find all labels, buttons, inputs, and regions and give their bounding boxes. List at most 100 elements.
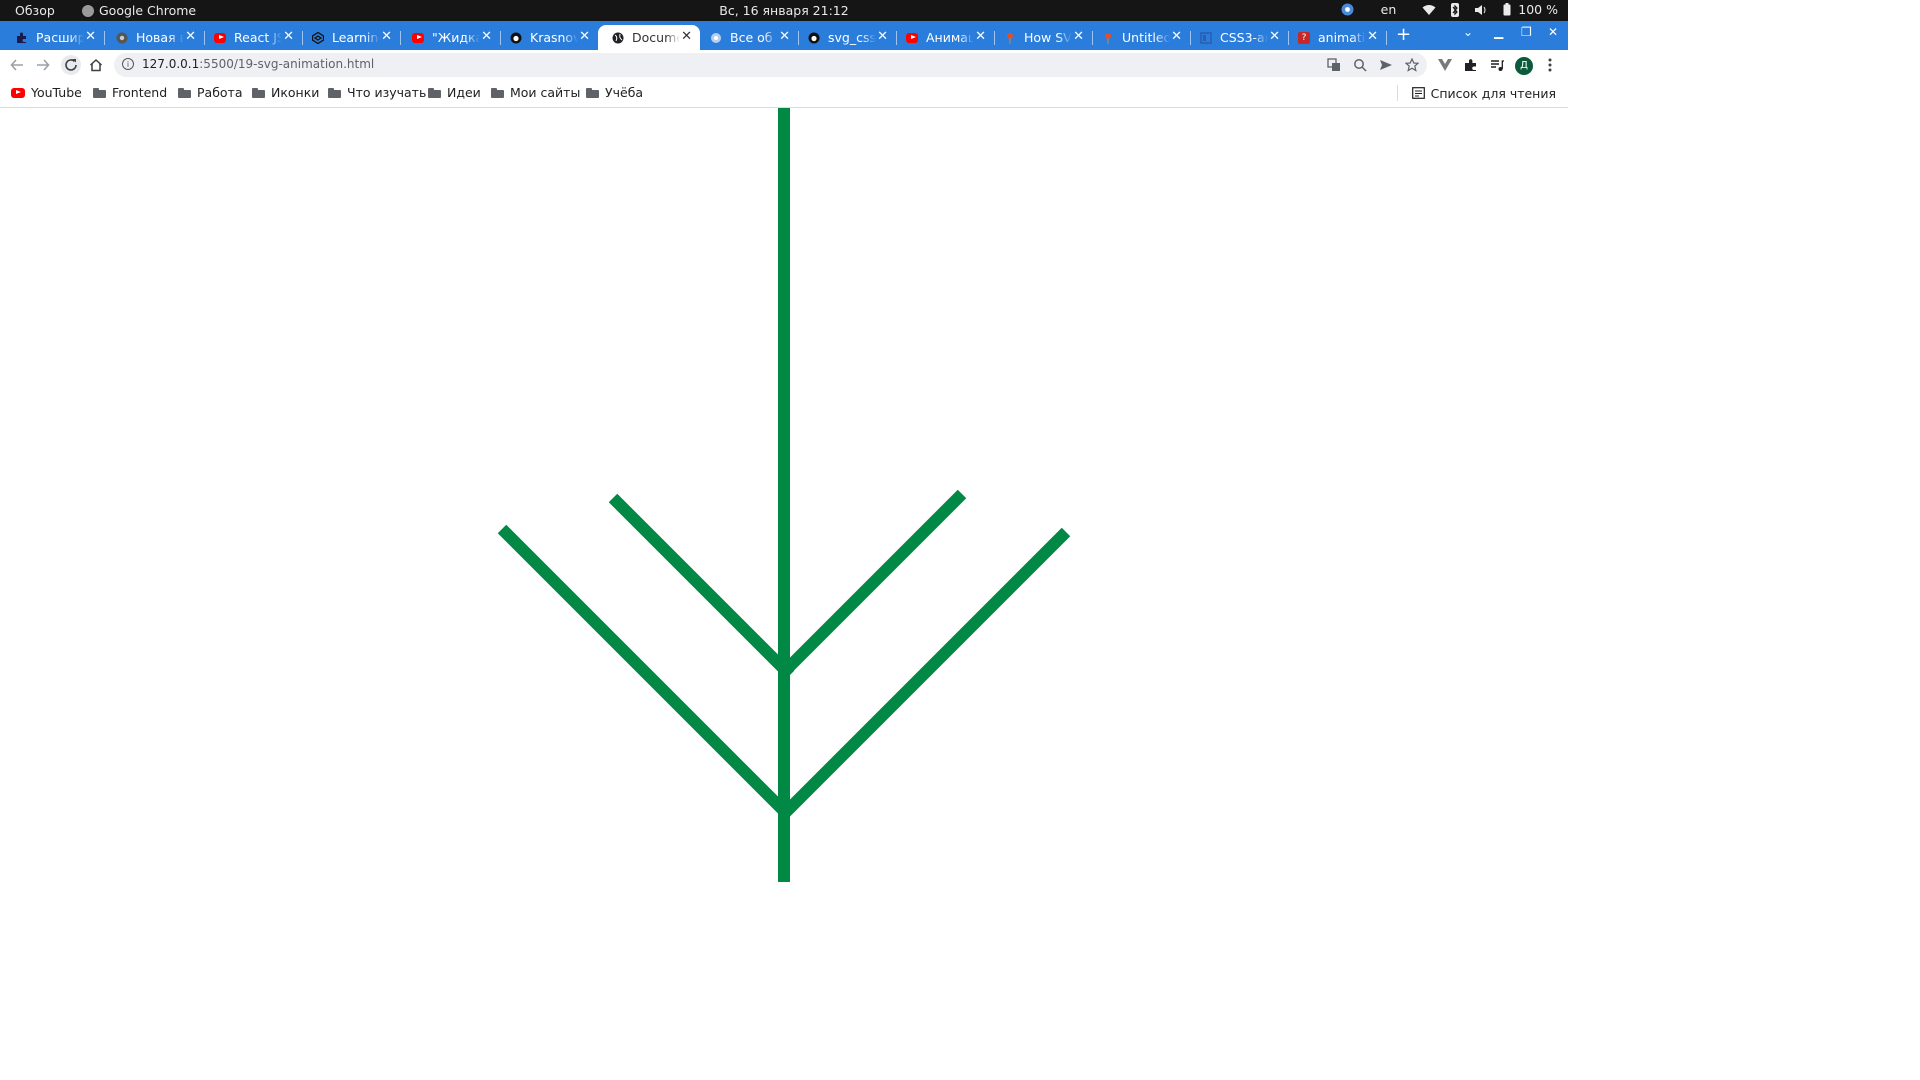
folder-icon xyxy=(252,87,265,98)
forward-button[interactable] xyxy=(34,56,52,74)
wifi-icon xyxy=(1422,3,1436,17)
folder-icon xyxy=(93,87,106,98)
close-tab-icon[interactable]: ✕ xyxy=(975,30,986,44)
system-tray[interactable]: en 100 % xyxy=(1341,2,1558,17)
tab-new-tab[interactable]: Новая вкладка ✕ xyxy=(102,25,205,50)
bookmark-folder-rabota[interactable]: Работа xyxy=(178,85,243,100)
battery-percent: 100 % xyxy=(1518,2,1558,17)
bookmark-star-icon[interactable] xyxy=(1403,56,1421,74)
clock[interactable]: Вс, 16 января 21:12 xyxy=(0,3,1568,18)
pin-icon xyxy=(1004,32,1016,44)
plant-drawing xyxy=(497,108,1071,882)
right-outer-branch xyxy=(779,527,1071,819)
menu-icon[interactable] xyxy=(1541,56,1559,74)
language-indicator[interactable]: en xyxy=(1381,2,1397,17)
back-button[interactable] xyxy=(8,56,26,74)
tab-untitled[interactable]: Untitled ✕ xyxy=(1088,25,1191,50)
close-tab-icon[interactable]: ✕ xyxy=(681,30,692,44)
folder-icon xyxy=(586,87,599,98)
puzzle-icon xyxy=(16,32,28,44)
reload-button[interactable] xyxy=(61,55,81,75)
app-menu[interactable]: Google Chrome xyxy=(82,3,196,18)
media-controls-icon[interactable] xyxy=(1488,56,1506,74)
url-text[interactable]: 127.0.0.1:5500/19-svg-animation.html xyxy=(142,57,374,71)
pin-icon xyxy=(1102,32,1114,44)
close-tab-icon[interactable]: ✕ xyxy=(1269,30,1280,44)
right-inner-branch xyxy=(779,489,967,677)
bookmark-folder-moi-saity[interactable]: Мои сайты xyxy=(491,85,580,100)
tab-css3-animatsiya[interactable]: CSS3-анимация ✕ xyxy=(1186,25,1289,50)
send-icon[interactable] xyxy=(1377,56,1395,74)
close-tab-icon[interactable]: ✕ xyxy=(185,30,196,44)
app-name: Google Chrome xyxy=(99,3,197,18)
page-content xyxy=(0,108,1568,882)
folder-icon xyxy=(328,87,341,98)
bookmark-folder-ucheba[interactable]: Учёба xyxy=(586,85,643,100)
volume-icon xyxy=(1474,3,1488,17)
tab-animatsiya[interactable]: Анимация ✕ xyxy=(892,25,995,50)
codepen-icon xyxy=(312,31,324,44)
site-info-icon[interactable]: i xyxy=(122,58,134,70)
tab-learning[interactable]: Learning ✕ xyxy=(298,25,401,50)
youtube-icon xyxy=(11,87,25,98)
address-bar[interactable]: i 127.0.0.1:5500/19-svg-animation.html xyxy=(114,53,1427,77)
bookmark-folder-idei[interactable]: Идеи xyxy=(428,85,481,100)
tab-vse-ob-svg[interactable]: Все об SVG ✕ xyxy=(696,25,799,50)
tab-search-chevron-icon[interactable]: ⌄ xyxy=(1463,25,1473,39)
browser-toolbar: i 127.0.0.1:5500/19-svg-animation.html xyxy=(0,50,1568,80)
youtube-icon xyxy=(214,32,226,44)
tab-krasnov[interactable]: Krasnov ✕ xyxy=(496,25,599,50)
new-tab-button[interactable]: + xyxy=(1396,25,1411,45)
close-tab-icon[interactable]: ✕ xyxy=(381,30,392,44)
github-icon xyxy=(808,32,820,44)
folder-icon xyxy=(428,87,441,98)
close-tab-icon[interactable]: ✕ xyxy=(85,30,96,44)
question-icon: ? xyxy=(1298,31,1310,44)
left-outer-branch xyxy=(497,524,792,819)
bookmark-youtube[interactable]: YouTube xyxy=(11,85,82,100)
tab-react-js[interactable]: React JS ✕ xyxy=(200,25,303,50)
close-window-icon[interactable]: ✕ xyxy=(1548,25,1558,39)
folder-icon xyxy=(178,87,191,98)
left-inner-branch xyxy=(608,493,795,680)
extensions-icon[interactable] xyxy=(1462,56,1480,74)
close-tab-icon[interactable]: ✕ xyxy=(877,30,888,44)
profile-avatar[interactable]: Д xyxy=(1515,57,1533,75)
tab-document[interactable]: Document ✕ xyxy=(598,25,700,50)
bookmark-folder-frontend[interactable]: Frontend xyxy=(93,85,167,100)
zoom-icon[interactable] xyxy=(1351,56,1369,74)
reading-list-icon xyxy=(1411,87,1425,99)
close-tab-icon[interactable]: ✕ xyxy=(779,30,790,44)
tab-animation[interactable]: ? animation ✕ xyxy=(1284,25,1387,50)
home-button[interactable] xyxy=(87,56,105,74)
htmlbook-icon xyxy=(1200,31,1212,44)
activities-button[interactable]: Обзор xyxy=(15,3,55,18)
reading-list-button[interactable]: Список для чтения xyxy=(1396,85,1556,101)
chrome-icon xyxy=(116,32,128,44)
battery-icon xyxy=(1500,3,1514,17)
restore-icon[interactable]: ❐ xyxy=(1521,25,1532,39)
youtube-icon xyxy=(906,32,918,44)
tab-extensions[interactable]: Расширения ✕ xyxy=(2,25,105,50)
flower-icon xyxy=(710,32,722,44)
close-tab-icon[interactable]: ✕ xyxy=(579,30,590,44)
close-tab-icon[interactable]: ✕ xyxy=(1367,30,1378,44)
github-icon xyxy=(510,32,522,44)
youtube-icon xyxy=(412,32,424,44)
close-tab-icon[interactable]: ✕ xyxy=(283,30,294,44)
vue-devtools-icon[interactable] xyxy=(1436,56,1454,74)
close-tab-icon[interactable]: ✕ xyxy=(1171,30,1182,44)
close-tab-icon[interactable]: ✕ xyxy=(481,30,492,44)
close-tab-icon[interactable]: ✕ xyxy=(1073,30,1084,44)
tab-svg-css[interactable]: svg_css ✕ xyxy=(794,25,897,50)
bookmark-folder-ikonki[interactable]: Иконки xyxy=(252,85,319,100)
tab-how-svg[interactable]: How SVG ✕ xyxy=(990,25,1093,50)
minimize-icon[interactable]: ▁ xyxy=(1494,25,1503,39)
bookmark-folder-chto-izuchat[interactable]: Что изучать xyxy=(328,85,426,100)
bluetooth-icon xyxy=(1448,2,1462,17)
translate-icon[interactable] xyxy=(1325,56,1343,74)
system-top-bar: Обзор Google Chrome Вс, 16 января 21:12 … xyxy=(0,0,1568,21)
chrome-icon xyxy=(82,4,94,17)
chrome-tray-icon[interactable] xyxy=(1341,3,1355,17)
tab-zhidkaya[interactable]: "Жидкая ✕ xyxy=(398,25,501,50)
